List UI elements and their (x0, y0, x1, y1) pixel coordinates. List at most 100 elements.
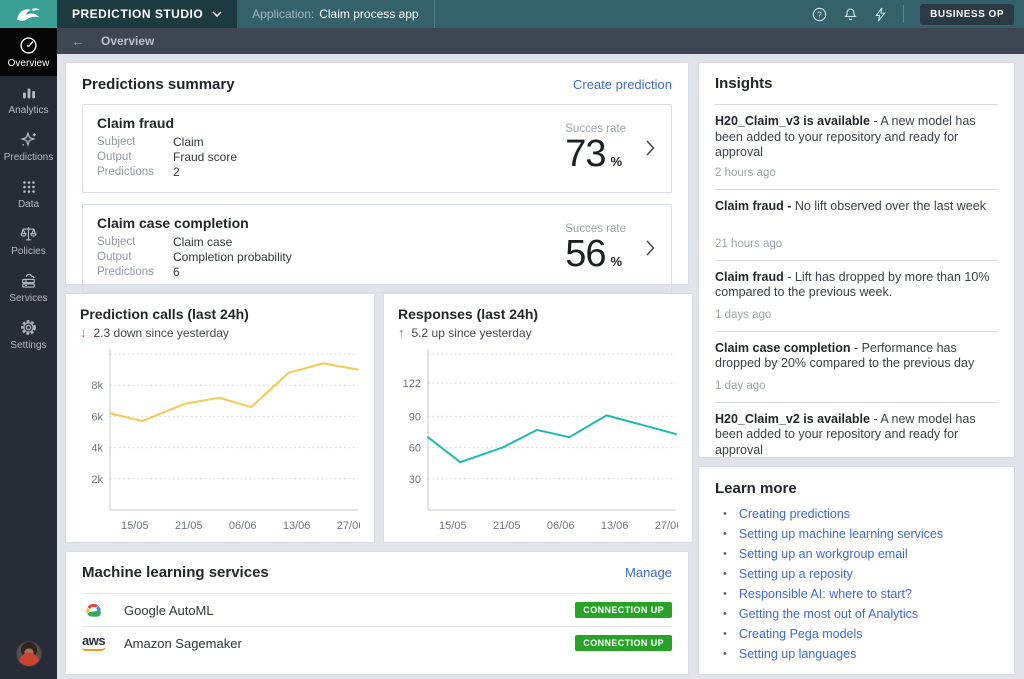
svg-text:90: 90 (409, 411, 421, 423)
insight-text: H20_Claim_v2 is available - A new model … (715, 412, 998, 459)
bullet-icon: • (723, 628, 727, 640)
predictions-summary-card: Predictions summary Create prediction Cl… (65, 62, 689, 285)
prediction-calls-chart-card: Prediction calls (last 24h) ↓ 2.3 down s… (65, 293, 375, 543)
create-prediction-link[interactable]: Create prediction (573, 77, 672, 92)
svg-text:21/05: 21/05 (493, 520, 521, 532)
user-avatar[interactable] (16, 641, 42, 667)
ml-service-name: Amazon Sagemaker (124, 636, 242, 651)
insight-text: Claim fraud - Lift has dropped by more t… (715, 270, 998, 303)
field-label: Subject (97, 135, 173, 150)
page-title: Overview (101, 34, 154, 48)
top-bar: PREDICTION STUDIO Application: Claim pro… (0, 0, 1024, 28)
operator-badge[interactable]: BUSINESS OP (920, 4, 1014, 25)
field-label: Predictions (97, 265, 173, 280)
insight-item[interactable]: Claim case completion - Performance has … (715, 332, 998, 403)
sidebar-item-predictions[interactable]: Predictions (0, 123, 57, 170)
insight-timestamp: 1 days ago (715, 309, 998, 321)
svg-text:27/06: 27/06 (337, 520, 360, 532)
field-label: Subject (97, 235, 173, 250)
sidebar-item-label: Data (18, 199, 39, 210)
notifications-bell-icon[interactable] (843, 7, 858, 22)
field-label: Output (97, 250, 173, 265)
chart-delta-text: 2.3 down since yesterday (94, 326, 229, 340)
field-value: 2 (173, 165, 180, 180)
prediction-card-claim-case-completion[interactable]: Claim case completion SubjectClaim case … (82, 204, 672, 293)
help-icon[interactable]: ? (812, 7, 827, 22)
svg-text:15/05: 15/05 (439, 520, 467, 532)
field-value: Fraud score (173, 150, 237, 165)
success-rate-unit: % (611, 254, 623, 269)
responses-line-chart: 30609012215/0521/0506/0613/0627/06 (398, 342, 678, 534)
svg-text:60: 60 (409, 443, 421, 455)
sidebar-item-overview[interactable]: Overview (0, 28, 57, 76)
field-label: Predictions (97, 165, 173, 180)
ml-service-row-google[interactable]: Google AutoML CONNECTION UP (82, 593, 672, 626)
learn-link[interactable]: Creating predictions (739, 507, 850, 521)
prediction-studio-app: PREDICTION STUDIO Application: Claim pro… (0, 0, 1024, 679)
ml-service-name: Google AutoML (124, 603, 214, 618)
sidebar-item-services[interactable]: Services (0, 264, 57, 311)
learn-link[interactable]: Setting up machine learning services (739, 527, 943, 541)
server-cloud-icon (19, 271, 38, 290)
bullet-icon: • (723, 588, 727, 600)
learn-link[interactable]: Setting up languages (739, 647, 856, 661)
sidebar-item-label: Analytics (8, 105, 48, 116)
quick-actions-bolt-icon[interactable] (874, 7, 887, 22)
pega-bird-icon (15, 5, 43, 23)
learn-link[interactable]: Setting up a reposity (739, 567, 853, 581)
back-arrow-icon[interactable]: ← (71, 33, 85, 49)
field-value: Claim (173, 135, 204, 150)
product-switcher[interactable]: PREDICTION STUDIO (57, 0, 237, 28)
connection-status-badge: CONNECTION UP (575, 602, 672, 618)
application-label: Application: (252, 7, 314, 21)
field-label: Output (97, 150, 173, 165)
bullet-icon: • (723, 548, 727, 560)
insight-item[interactable]: Claim fraud - Lift has dropped by more t… (715, 261, 998, 332)
prediction-card-claim-fraud[interactable]: Claim fraud SubjectClaim OutputFraud sco… (82, 104, 672, 193)
insight-item[interactable]: H20_Claim_v3 is available - A new model … (715, 105, 998, 190)
pega-logo[interactable] (0, 0, 57, 28)
svg-text:?: ? (817, 9, 822, 19)
responses-chart-card: Responses (last 24h) ↑ 5.2 up since yest… (383, 293, 693, 543)
learn-link[interactable]: Responsible AI: where to start? (739, 587, 912, 601)
success-rate-value: 73 (565, 136, 605, 172)
sidebar-item-analytics[interactable]: Analytics (0, 76, 57, 123)
trend-down-icon: ↓ (80, 325, 87, 340)
bar-chart-icon (20, 84, 38, 102)
insight-item[interactable]: H20_Claim_v2 is available - A new model … (715, 403, 998, 459)
svg-text:122: 122 (403, 378, 421, 390)
sidebar-item-data[interactable]: Data (0, 170, 57, 217)
google-cloud-logo-icon (82, 601, 124, 619)
main-content: Predictions summary Create prediction Cl… (57, 54, 1024, 679)
learn-link[interactable]: Getting the most out of Analytics (739, 607, 918, 621)
learn-link[interactable]: Setting up an workgroup email (739, 547, 908, 561)
sidebar-item-label: Policies (11, 246, 45, 257)
application-name: Claim process app (319, 7, 418, 21)
sidebar-item-label: Overview (8, 58, 50, 69)
chevron-down-icon (212, 11, 222, 17)
prediction-name: Claim case completion (97, 215, 292, 231)
chart-title: Prediction calls (last 24h) (80, 306, 360, 322)
svg-text:21/05: 21/05 (175, 520, 203, 532)
chevron-right-icon (646, 240, 655, 256)
learn-link[interactable]: Creating Pega models (739, 627, 863, 641)
insight-item[interactable]: Claim fraud - No lift observed over the … (715, 190, 998, 261)
insight-timestamp: 21 hours ago (715, 238, 998, 250)
manage-link[interactable]: Manage (625, 565, 672, 580)
insight-timestamp: 2 hours ago (715, 167, 998, 179)
application-info: Application: Claim process app (237, 0, 434, 28)
insight-text: H20_Claim_v3 is available - A new model … (715, 114, 998, 161)
insight-timestamp: 1 day ago (715, 380, 998, 392)
trend-up-icon: ↑ (398, 325, 405, 340)
prediction-calls-line-chart: 2k4k6k8k15/0521/0506/0613/0627/06 (80, 342, 360, 534)
sidebar-item-label: Settings (10, 340, 46, 351)
svg-text:6k: 6k (91, 411, 103, 423)
ml-service-row-aws[interactable]: aws Amazon Sagemaker CONNECTION UP (82, 626, 672, 659)
learn-more-card: Learn more •Creating predictions •Settin… (698, 466, 1015, 675)
sidebar-item-policies[interactable]: Policies (0, 217, 57, 264)
sidebar-item-settings[interactable]: Settings (0, 311, 57, 358)
bullet-icon: • (723, 568, 727, 580)
field-value: Completion probability (173, 250, 292, 265)
svg-text:06/06: 06/06 (229, 520, 257, 532)
svg-text:8k: 8k (91, 380, 103, 392)
